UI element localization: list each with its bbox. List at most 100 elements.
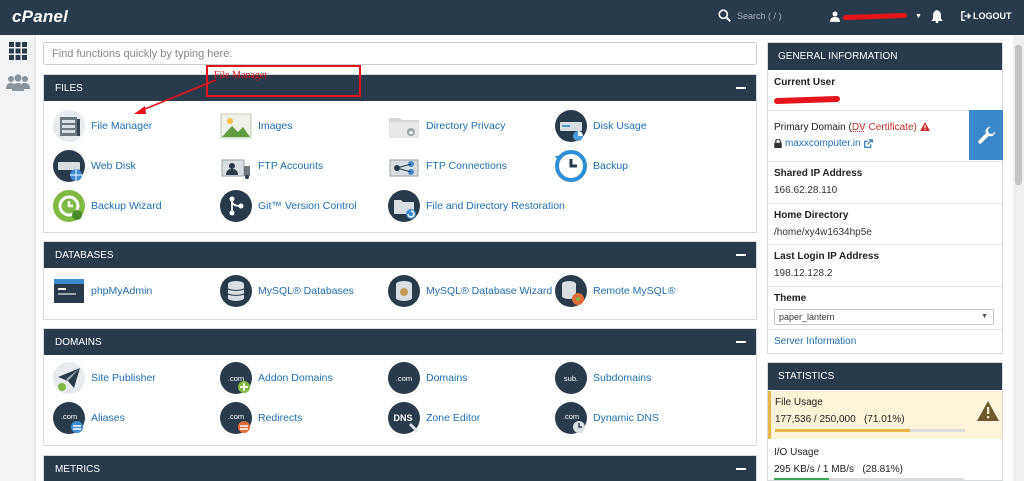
dv-certificate-label: Certificate) xyxy=(865,122,917,133)
ftp-connections-link[interactable]: FTP Connections xyxy=(388,150,507,182)
io-usage-value: 295 KB/s / 1 MB/s (28.81%) xyxy=(774,464,903,475)
subdomains-link[interactable]: sub. Subdomains xyxy=(555,362,651,394)
databases-panel-title: DATABASES xyxy=(55,249,114,261)
redirects-link[interactable]: .com Redirects xyxy=(220,402,302,434)
theme-select[interactable]: paper_lantern ▼ xyxy=(774,309,994,325)
collapse-icon[interactable] xyxy=(736,254,746,256)
web-disk-link[interactable]: Web Disk xyxy=(53,150,136,182)
mysql-database-wizard-link[interactable]: MySQL® Database Wizard xyxy=(388,275,552,307)
directory-privacy-link[interactable]: Directory Privacy xyxy=(388,110,505,142)
file-directory-restoration-link[interactable]: File and Directory Restoration xyxy=(388,190,565,222)
edit-domain-button[interactable] xyxy=(969,110,1003,160)
notifications-button[interactable] xyxy=(931,10,943,26)
remote-mysql-label: Remote MySQL® xyxy=(593,285,676,297)
dv-link[interactable]: DV xyxy=(852,122,866,133)
files-panel-header[interactable]: FILES xyxy=(44,75,756,101)
domains-link[interactable]: .com Domains xyxy=(388,362,467,394)
external-link-icon[interactable] xyxy=(863,139,873,148)
mysql-databases-link[interactable]: MySQL® Databases xyxy=(220,275,354,307)
primary-domain-link[interactable]: maxxcomputer.in xyxy=(785,138,861,149)
search-icon[interactable] xyxy=(718,9,731,22)
databases-panel-header[interactable]: DATABASES xyxy=(44,242,756,268)
server-information-link[interactable]: Server Information xyxy=(774,336,856,347)
file-usage-label: File Usage xyxy=(775,397,823,408)
backup-wizard-icon xyxy=(53,190,85,222)
metrics-panel: METRICS xyxy=(43,455,757,481)
ftp-connections-label: FTP Connections xyxy=(426,160,507,172)
phpmyadmin-link[interactable]: phpMyAdmin xyxy=(53,275,152,307)
page-scrollbar[interactable] xyxy=(1013,35,1024,481)
backup-link[interactable]: Backup xyxy=(555,150,628,182)
ftp-accounts-link[interactable]: FTP Accounts xyxy=(220,150,323,182)
database-icon xyxy=(220,275,252,307)
domains-panel-title: DOMAINS xyxy=(55,336,102,348)
collapse-icon[interactable] xyxy=(736,87,746,89)
statistics-header: STATISTICS xyxy=(768,363,1002,390)
collapse-icon[interactable] xyxy=(736,341,746,343)
grid-icon[interactable] xyxy=(8,41,28,61)
file-manager-icon xyxy=(53,110,85,142)
backup-wizard-link[interactable]: Backup Wizard xyxy=(53,190,162,222)
global-search-input[interactable] xyxy=(737,10,817,21)
home-directory-row: Home Directory /home/xy4w1634hp5e xyxy=(768,204,1002,245)
current-user-label: Current User xyxy=(774,77,836,88)
current-user-row: Current User xyxy=(768,70,1002,111)
shared-ip-label: Shared IP Address xyxy=(774,168,863,179)
metrics-panel-header[interactable]: METRICS xyxy=(44,456,756,481)
database-wizard-icon xyxy=(388,275,420,307)
dns-icon: DNS xyxy=(388,402,420,434)
shared-ip-row: Shared IP Address 166.62.28.110 xyxy=(768,162,1002,204)
addon-domains-label: Addon Domains xyxy=(258,372,333,384)
chevron-down-icon: ▼ xyxy=(915,13,922,20)
git-version-control-label: Git™ Version Control xyxy=(258,200,357,212)
theme-row: Theme paper_lantern ▼ xyxy=(768,287,1002,330)
file-usage-bar-fill xyxy=(775,429,910,432)
web-disk-icon xyxy=(53,150,85,182)
collapse-icon[interactable] xyxy=(736,468,746,470)
images-link[interactable]: Images xyxy=(220,110,292,142)
site-publisher-link[interactable]: Site Publisher xyxy=(53,362,156,394)
git-version-control-link[interactable]: Git™ Version Control xyxy=(220,190,357,222)
io-usage-stat: I/O Usage 295 KB/s / 1 MB/s (28.81%) xyxy=(774,447,903,475)
files-panel: FILES File Manager Images Directory Priv… xyxy=(43,74,757,233)
logout-button[interactable]: LOGOUT xyxy=(961,11,1012,21)
alias-icon: .com xyxy=(53,402,85,434)
folder-lock-icon xyxy=(389,118,419,138)
file-manager-link[interactable]: File Manager xyxy=(53,110,152,142)
bell-icon xyxy=(931,10,943,24)
disk-usage-link[interactable]: Disk Usage xyxy=(555,110,647,142)
user-icon xyxy=(830,11,840,22)
subdomains-label: Subdomains xyxy=(593,372,652,384)
last-login-row: Last Login IP Address 198.12.128.2 xyxy=(768,245,1002,287)
file-manager-label: File Manager xyxy=(91,120,153,132)
zone-editor-link[interactable]: DNS Zone Editor xyxy=(388,402,480,434)
remote-mysql-link[interactable]: Remote MySQL® xyxy=(555,275,675,307)
cpanel-logo[interactable]: cPanel xyxy=(12,7,68,27)
sub-text: sub. xyxy=(564,374,578,383)
phpmyadmin-label: phpMyAdmin xyxy=(91,285,153,297)
metrics-panel-title: METRICS xyxy=(55,463,100,475)
domains-panel-header[interactable]: DOMAINS xyxy=(44,329,756,355)
addon-domains-link[interactable]: .com Addon Domains xyxy=(220,362,333,394)
global-search[interactable] xyxy=(718,9,817,22)
git-icon xyxy=(220,190,252,222)
find-functions-input[interactable] xyxy=(43,42,757,65)
scrollbar-thumb[interactable] xyxy=(1015,45,1022,185)
dynamic-dns-link[interactable]: .com Dynamic DNS xyxy=(555,402,659,434)
theme-value: paper_lantern xyxy=(779,312,835,322)
users-icon[interactable] xyxy=(6,73,30,93)
file-usage-value: 177,536 / 250,000 (71.01%) xyxy=(775,414,905,425)
primary-domain-label: Primary Domain xyxy=(774,122,846,133)
left-rail xyxy=(0,35,36,481)
user-menu[interactable]: ▼ xyxy=(830,11,922,22)
mysql-databases-label: MySQL® Databases xyxy=(258,285,354,297)
shared-ip-value: 166.62.28.110 xyxy=(774,185,838,196)
ftp-connections-icon xyxy=(389,159,419,177)
paper-plane-icon xyxy=(53,362,85,394)
mysql-database-wizard-label: MySQL® Database Wizard xyxy=(426,285,553,297)
lock-icon xyxy=(774,139,782,148)
theme-label: Theme xyxy=(774,293,807,304)
aliases-link[interactable]: .com Aliases xyxy=(53,402,125,434)
redacted-username xyxy=(773,95,841,105)
com-text: .com xyxy=(61,412,77,421)
